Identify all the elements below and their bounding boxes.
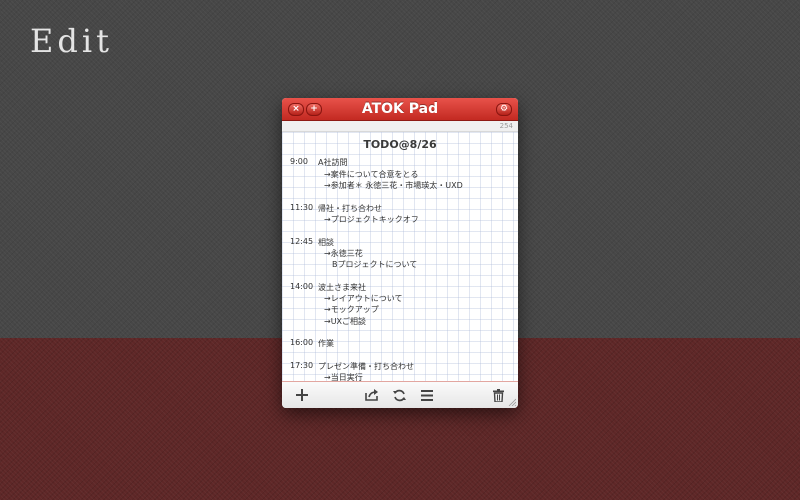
- note-line: →UXご相談: [324, 317, 367, 326]
- add-button[interactable]: [293, 386, 311, 404]
- time-label: 16:00: [290, 338, 314, 347]
- close-icon: ×: [292, 104, 300, 114]
- note-title: TODO@8/26: [363, 138, 437, 151]
- note-line: A社訪問: [318, 158, 348, 167]
- note-line: →プロジェクトキックオフ: [324, 215, 419, 224]
- trash-icon: [492, 388, 504, 402]
- note-line: →案件について合意をとる: [324, 170, 419, 179]
- resize-grip-icon[interactable]: [508, 398, 516, 406]
- list-icon: [421, 389, 433, 401]
- add-icon: [296, 389, 308, 401]
- share-icon: [365, 389, 378, 401]
- atok-pad-window: ATOK Pad × + ⚙ 254 TODO@8/26 9:00 A社訪問 →…: [282, 98, 518, 408]
- new-note-button[interactable]: +: [306, 103, 322, 116]
- note-line: →永徳三花: [324, 249, 363, 258]
- sync-button[interactable]: [390, 386, 408, 404]
- bottom-toolbar: [282, 382, 518, 408]
- sync-icon: [392, 389, 406, 401]
- time-label: 17:30: [290, 361, 314, 370]
- note-line: →レイアウトについて: [324, 294, 403, 303]
- note-editor[interactable]: TODO@8/26 9:00 A社訪問 →案件について合意をとる →参加者＊ 永…: [282, 132, 518, 382]
- time-label: 12:45: [290, 237, 314, 246]
- note-line: →モックアップ: [324, 305, 379, 314]
- share-button[interactable]: [363, 386, 381, 404]
- title-bar[interactable]: ATOK Pad × + ⚙: [282, 98, 518, 121]
- time-label: 14:00: [290, 282, 314, 291]
- time-label: 9:00: [290, 157, 308, 166]
- gear-icon: ⚙: [499, 104, 509, 114]
- settings-button[interactable]: ⚙: [496, 103, 512, 116]
- note-line: 相談: [318, 238, 334, 247]
- screen-heading: Edit: [30, 22, 113, 60]
- delete-button[interactable]: [489, 386, 507, 404]
- list-button[interactable]: [418, 386, 436, 404]
- counter-bar: 254: [282, 121, 518, 132]
- time-label: 11:30: [290, 203, 314, 212]
- note-line: →参加者＊ 永徳三花・市場瑛太・UXD: [324, 181, 463, 190]
- note-line: 作業: [318, 339, 334, 348]
- note-line: Bプロジェクトについて: [332, 260, 418, 269]
- char-count: 254: [499, 122, 513, 130]
- note-line: 帰社・打ち合わせ: [318, 204, 382, 213]
- note-line: プレゼン準備・打ち合わせ: [318, 362, 414, 371]
- close-button[interactable]: ×: [288, 103, 304, 116]
- note-line: 波土さま来社: [318, 283, 366, 292]
- plus-icon: +: [310, 104, 318, 114]
